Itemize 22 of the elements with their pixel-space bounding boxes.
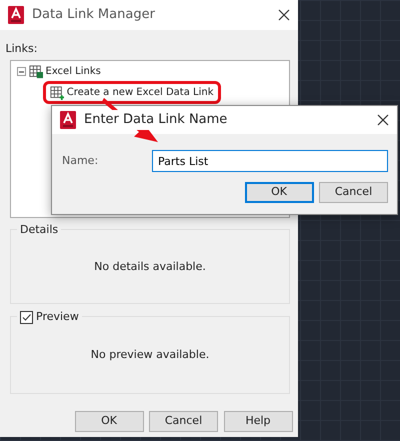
links-label: Links:: [6, 42, 38, 55]
window-title: Data Link Manager: [32, 6, 156, 24]
name-field[interactable]: Parts List: [152, 150, 388, 172]
preview-message: No preview available.: [90, 347, 210, 363]
app-logo-icon: [60, 111, 76, 129]
ok-button[interactable]: OK: [244, 182, 314, 203]
dialog-title: Enter Data Link Name: [84, 110, 228, 130]
ok-button[interactable]: OK: [74, 410, 144, 432]
cancel-button[interactable]: Cancel: [149, 410, 218, 432]
tree-item[interactable]: Excel Links: [46, 64, 101, 80]
tree-item[interactable]: Create a new Excel Data Link: [66, 85, 214, 100]
table-icon: [28, 64, 43, 79]
preview-checkbox[interactable]: [20, 311, 33, 324]
close-icon[interactable]: [377, 114, 389, 126]
expander-icon[interactable]: [17, 67, 26, 76]
details-message: No details available.: [94, 258, 206, 274]
app-logo-icon: [8, 6, 24, 24]
name-label: Name:: [62, 152, 100, 169]
cancel-button[interactable]: Cancel: [319, 182, 388, 203]
table-icon: [50, 86, 64, 100]
close-icon[interactable]: [278, 9, 290, 21]
help-button[interactable]: Help: [224, 410, 292, 432]
